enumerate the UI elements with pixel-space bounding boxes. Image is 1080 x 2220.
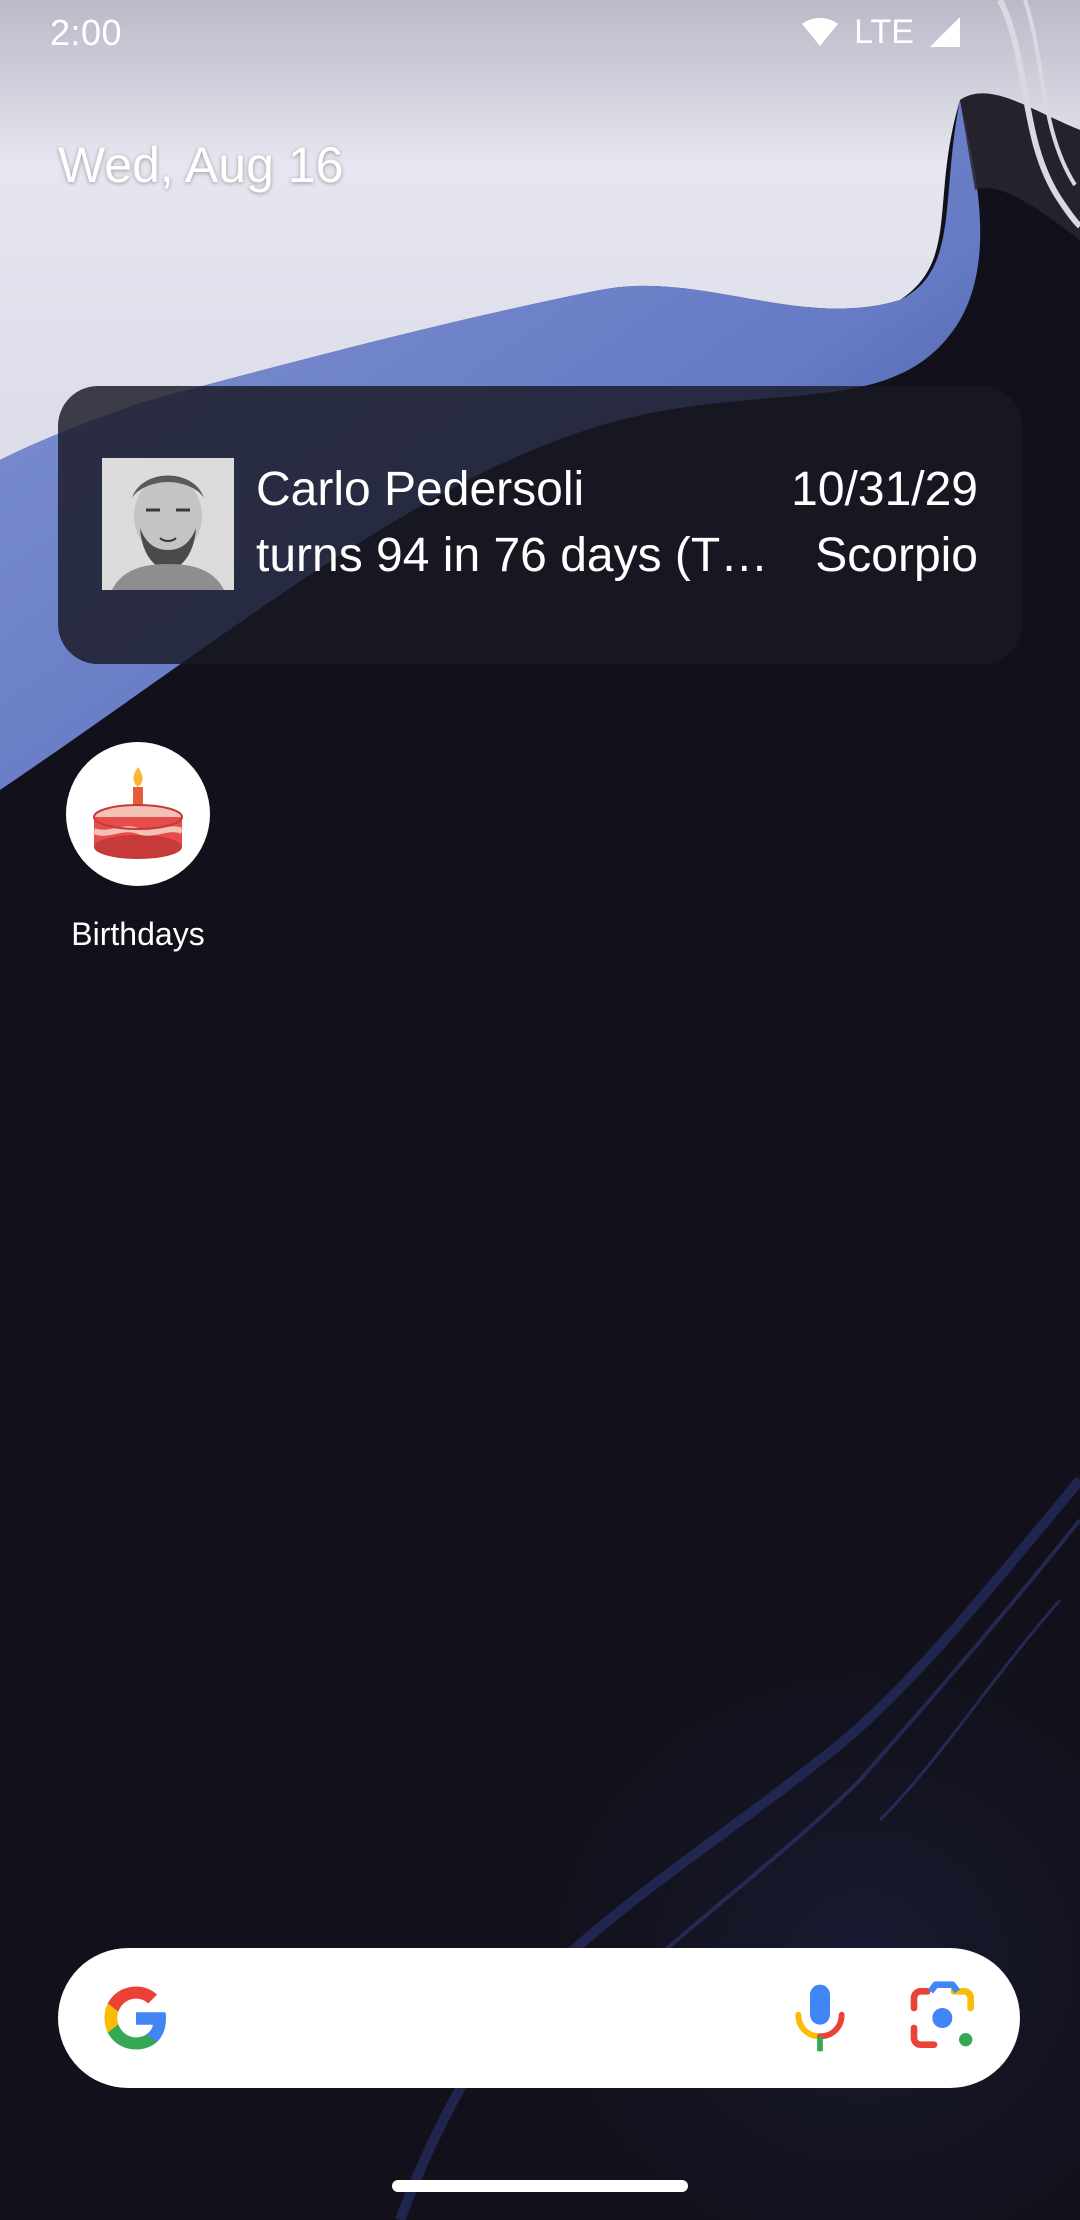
gesture-nav-handle[interactable] (392, 2180, 688, 2192)
google-search-bar[interactable] (58, 1948, 1020, 2088)
birthday-countdown: turns 94 in 76 days (T… (256, 529, 769, 582)
microphone-icon[interactable] (780, 1978, 860, 2058)
home-date[interactable]: Wed, Aug 16 (58, 136, 343, 194)
status-icons: LTE (800, 12, 962, 52)
signal-icon (930, 17, 960, 47)
birth-date: 10/31/29 (791, 463, 978, 516)
contact-name: Carlo Pedersoli (256, 463, 585, 516)
contact-sketch-image (102, 458, 234, 590)
wifi-icon (802, 18, 839, 46)
zodiac-sign: Scorpio (815, 529, 978, 582)
status-bar: 2:00 LTE (0, 0, 1080, 66)
app-label[interactable]: Birthdays (44, 916, 232, 953)
wallpaper (0, 0, 1080, 2220)
birthday-cake-icon (92, 767, 184, 859)
status-time: 2:00 (50, 12, 123, 53)
birthday-widget[interactable]: Carlo Pedersoli turns 94 in 76 days (T… … (58, 386, 1022, 664)
network-type: LTE (854, 12, 914, 51)
google-lens-icon[interactable] (904, 1978, 984, 2058)
google-g-icon[interactable] (100, 1982, 172, 2054)
contact-avatar (102, 458, 234, 590)
wallpaper-art (0, 0, 1080, 2220)
app-icon-circle[interactable] (66, 742, 210, 886)
app-birthdays[interactable]: Birthdays (64, 742, 212, 953)
